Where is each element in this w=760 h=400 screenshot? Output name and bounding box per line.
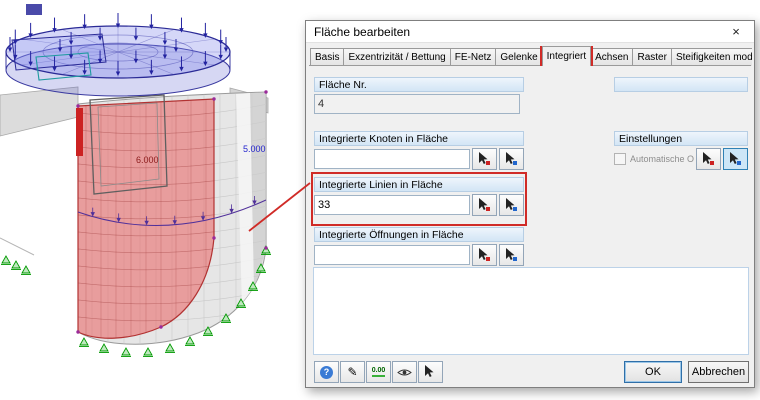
tab-steifigkeiten-modifizieren[interactable]: Steifigkeiten modifizieren	[670, 48, 752, 66]
group-integrated-lines-header: Integrierte Linien in Fläche	[314, 177, 524, 192]
help-button[interactable]: ?	[314, 361, 339, 383]
eye-icon	[397, 369, 412, 375]
surface-number-input[interactable]	[314, 94, 520, 114]
select-arrow-red-icon	[479, 152, 490, 165]
app-stage: 6.000 5.000 Fläche bearbeiten × Basis Ex…	[0, 0, 760, 400]
tab-content-divider	[309, 65, 751, 66]
pick-openings-button[interactable]	[472, 244, 497, 266]
info-icon: ?	[320, 365, 333, 379]
dimension-label-5: 5.000	[243, 144, 266, 154]
pick-openings-multi-button[interactable]	[499, 244, 524, 266]
group-integrated-nodes-header: Integrierte Knoten in Fläche	[314, 131, 524, 146]
select-arrow-blue-icon	[506, 198, 517, 211]
group-settings: Einstellungen Automatische Objekterkennu…	[614, 131, 748, 170]
decimal-places-button[interactable]: 0.00	[366, 361, 391, 383]
settings-pick-button[interactable]	[696, 148, 721, 170]
ok-button[interactable]: OK	[624, 361, 682, 383]
select-arrow-red-icon	[479, 248, 490, 261]
group-integrated-nodes: Integrierte Knoten in Fläche	[314, 131, 524, 170]
close-icon[interactable]: ×	[718, 21, 754, 43]
group-surface-number: Fläche Nr.	[314, 77, 524, 114]
red-edge-member	[76, 108, 83, 156]
select-arrow-red-icon	[479, 198, 490, 211]
tab-integriert[interactable]: Integriert	[541, 46, 592, 66]
tab-basis[interactable]: Basis	[310, 48, 345, 66]
pick-nodes-multi-button[interactable]	[499, 148, 524, 170]
settings-pick-all-button[interactable]	[723, 148, 748, 170]
hidden-edge	[0, 237, 35, 256]
comment-panel	[313, 267, 749, 355]
group-integrated-openings-header: Integrierte Öffnungen in Fläche	[314, 227, 524, 242]
group-settings-header: Einstellungen	[614, 131, 748, 146]
tab-achsen[interactable]: Achsen	[590, 48, 634, 66]
pick-object-button[interactable]	[418, 361, 443, 383]
integrated-openings-input[interactable]	[314, 245, 470, 265]
integrated-nodes-input[interactable]	[314, 149, 470, 169]
auto-detection-checkbox-row[interactable]: Automatische Objekterkennung	[614, 153, 694, 165]
tab-raster[interactable]: Raster	[632, 48, 672, 66]
group-integrated-openings: Integrierte Öffnungen in Fläche	[314, 227, 524, 266]
dimension-label-6: 6.000	[136, 155, 159, 165]
select-arrow-blue-icon	[506, 248, 517, 261]
visibility-button[interactable]	[392, 361, 417, 383]
tab-exzentrizitaet-bettung[interactable]: Exzentrizität / Bettung	[343, 48, 451, 66]
select-arrow-blue-icon	[730, 152, 741, 165]
auto-detection-checkbox[interactable]	[614, 153, 626, 165]
auto-detection-label: Automatische Objekterkennung	[630, 154, 694, 164]
group-surface-number-header: Fläche Nr.	[314, 77, 524, 92]
cancel-button[interactable]: Abbrechen	[688, 361, 749, 383]
comment-button[interactable]: ✎	[340, 361, 365, 383]
dialog-title: Fläche bearbeiten	[314, 24, 411, 39]
dialog-titlebar[interactable]: Fläche bearbeiten ×	[306, 21, 754, 43]
pick-lines-multi-button[interactable]	[499, 194, 524, 216]
integrated-lines-input[interactable]	[314, 195, 470, 215]
edit-surface-dialog: Fläche bearbeiten × Basis Exzentrizität …	[305, 20, 755, 388]
model-viewport[interactable]: 6.000 5.000	[0, 0, 310, 400]
select-arrow-blue-icon	[506, 152, 517, 165]
pencil-icon: ✎	[347, 365, 358, 379]
tab-fe-netz[interactable]: FE-Netz	[449, 48, 497, 66]
group-integrated-lines: Integrierte Linien in Fläche	[314, 177, 524, 216]
group-empty-header	[614, 77, 748, 92]
select-arrow-icon	[425, 365, 434, 377]
tabstrip: Basis Exzentrizität / Bettung FE-Netz Ge…	[310, 46, 752, 66]
slab-left-face	[0, 86, 79, 137]
pick-nodes-button[interactable]	[472, 148, 497, 170]
solid-block	[26, 4, 42, 15]
select-arrow-red-icon	[703, 152, 714, 165]
pick-lines-button[interactable]	[472, 194, 497, 216]
tab-gelenke[interactable]: Gelenke	[495, 48, 543, 66]
decimals-icon: 0.00	[371, 367, 386, 377]
